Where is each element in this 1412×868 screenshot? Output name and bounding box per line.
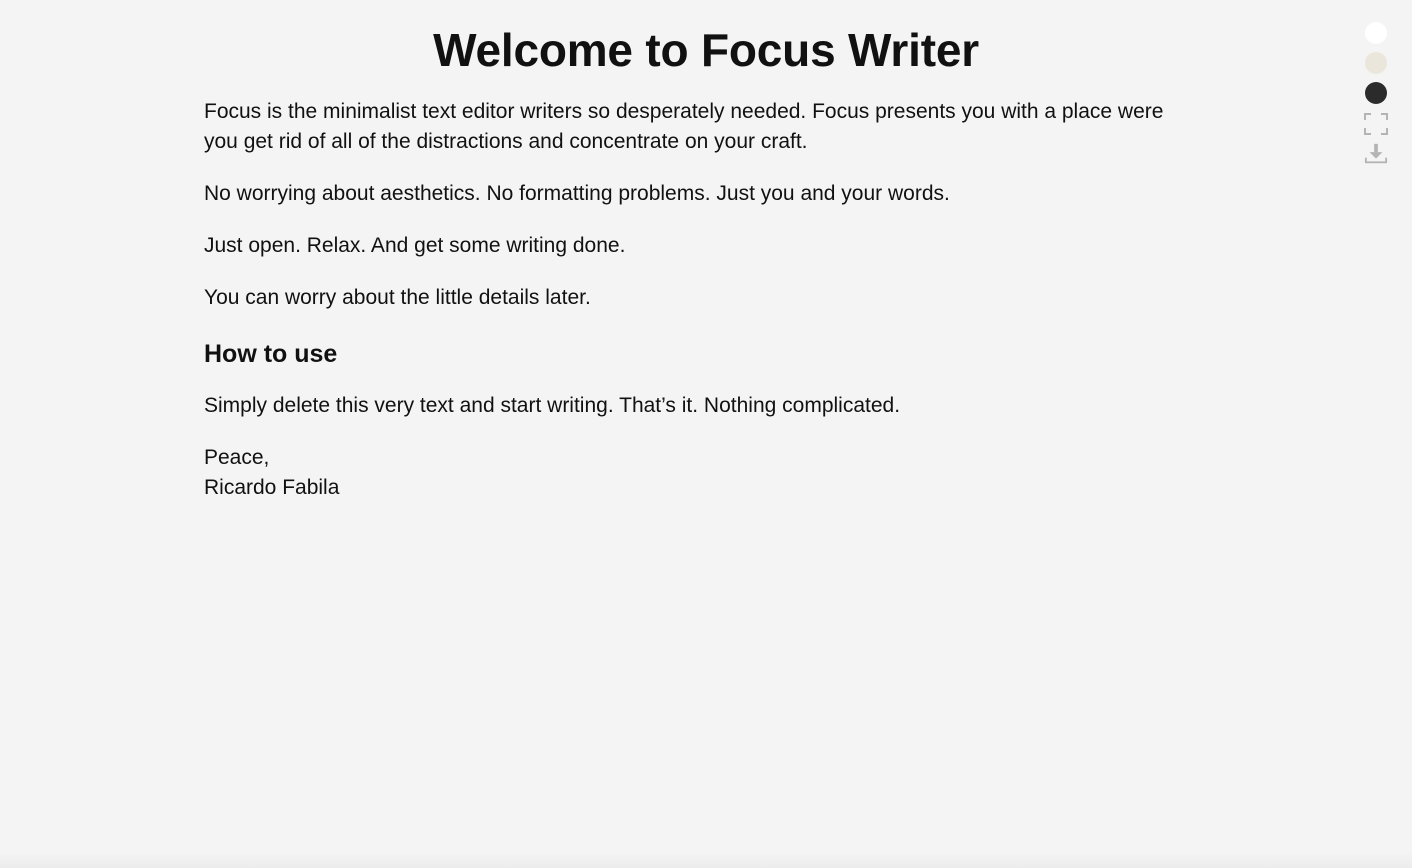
paragraph-instruction: Simply delete this very text and start w… [204, 394, 901, 417]
paragraph-open: Just open. Relax. And get some writing d… [204, 234, 626, 257]
fullscreen-icon[interactable] [1364, 112, 1388, 136]
paragraph-details: You can worry about the little details l… [204, 286, 591, 309]
signoff: Peace, Ricardo Fabila [204, 443, 1184, 503]
section-heading: How to use [204, 340, 338, 368]
paragraph-aesthetics: No worrying about aesthetics. No formatt… [204, 182, 950, 205]
page-title: Welcome to Focus Writer [433, 24, 979, 76]
text-editor[interactable]: Welcome to Focus Writer Focus is the min… [0, 0, 1412, 868]
white-theme-button[interactable] [1365, 22, 1387, 44]
document-body: Focus is the minimalist text editor writ… [204, 97, 1184, 525]
dark-theme-button[interactable] [1365, 82, 1387, 104]
bottom-edge [0, 852, 1412, 868]
control-panel [1364, 22, 1388, 172]
paragraph-intro: Focus is the minimalist text editor writ… [204, 100, 1164, 153]
signoff-author: Ricardo Fabila [204, 476, 340, 499]
signoff-greeting: Peace, [204, 446, 270, 469]
sepia-theme-button[interactable] [1365, 52, 1387, 74]
download-icon[interactable] [1364, 142, 1388, 166]
